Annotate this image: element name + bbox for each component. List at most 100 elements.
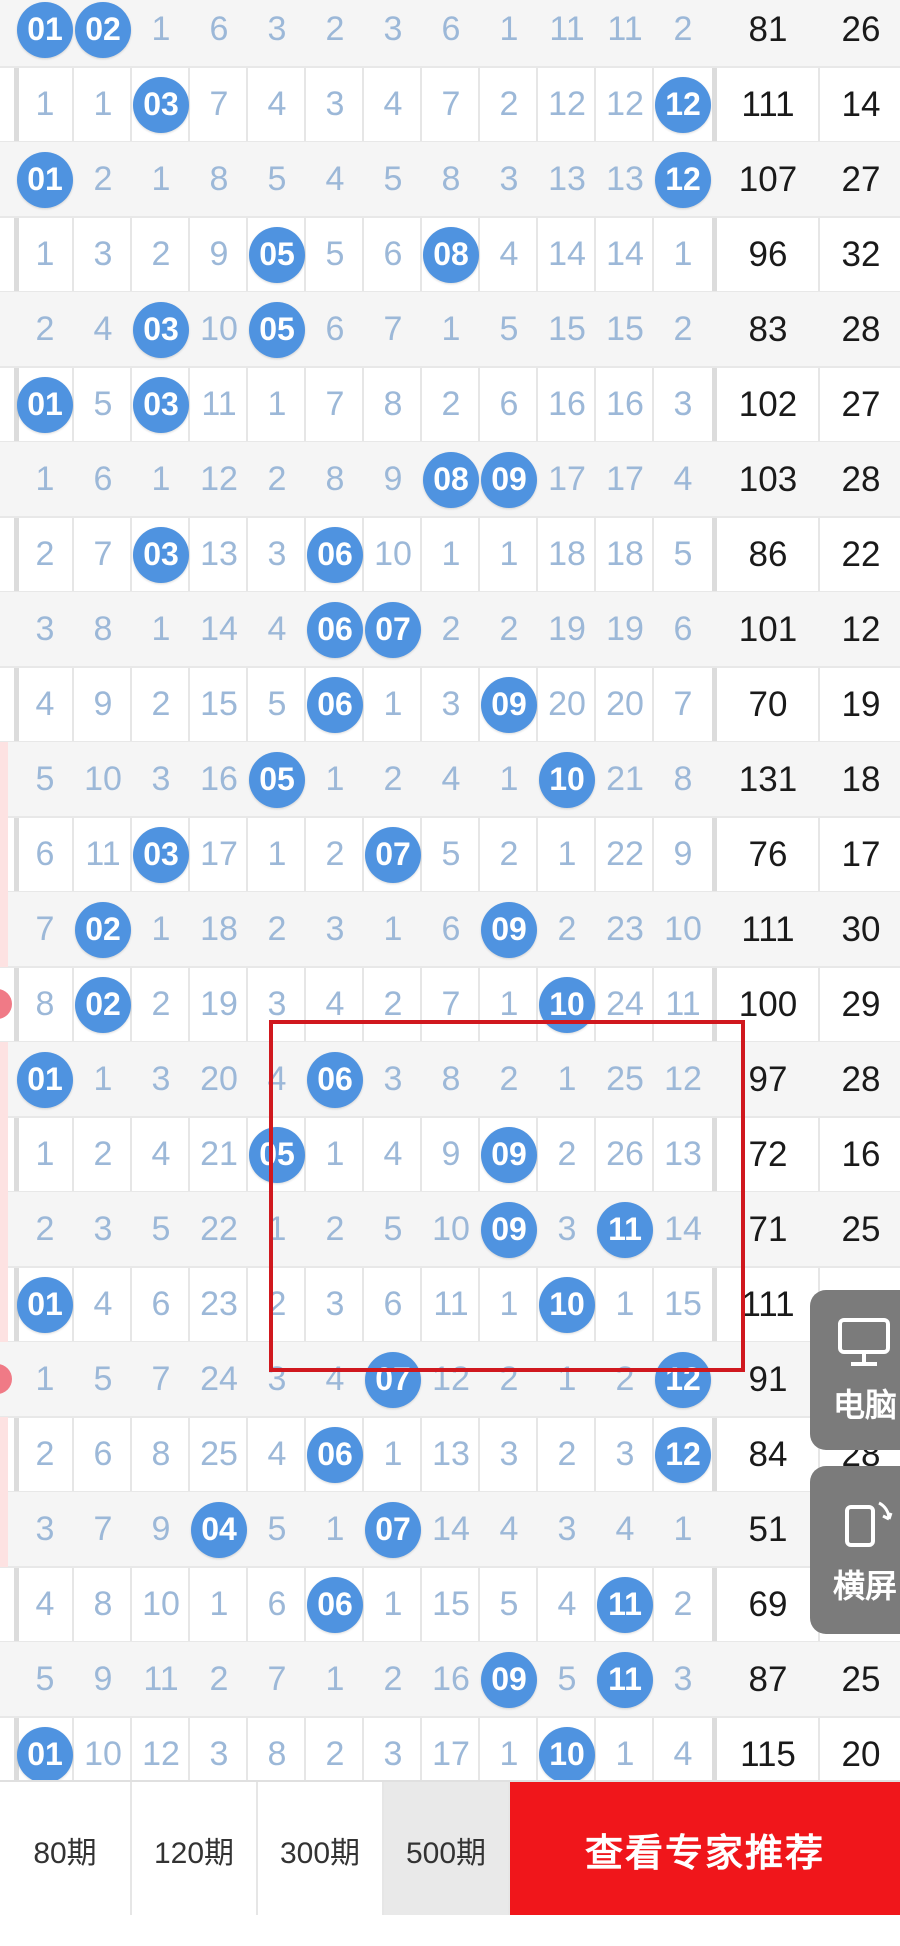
miss-count-cell: 12: [606, 85, 644, 123]
landscape-view-label: 横屏: [832, 1568, 897, 1604]
miss-count-cell: 1: [267, 835, 287, 873]
span-value: 26: [841, 9, 881, 49]
miss-count-cell: 2: [499, 835, 519, 873]
miss-count-cell: 5: [267, 1510, 287, 1548]
miss-count-cell: 7: [673, 685, 693, 723]
miss-count-cell: 3: [35, 610, 55, 648]
miss-count-cell: 4: [35, 1585, 55, 1623]
drawn-number-cell: 08: [422, 217, 480, 292]
number-ball: 09: [481, 901, 537, 958]
miss-count-cell: 25: [200, 1435, 238, 1473]
miss-count-cell: 1: [325, 760, 345, 798]
rotate-screen-icon: [845, 1501, 893, 1547]
miss-count-cell: 5: [267, 685, 287, 723]
miss-count-cell: 2: [35, 1435, 55, 1473]
miss-count-cell: 4: [557, 1585, 577, 1623]
span-value: 25: [841, 1659, 881, 1699]
miss-count-cell: 17: [606, 460, 644, 498]
span-value: 22: [841, 534, 881, 574]
tab-300[interactable]: 300期: [258, 1782, 384, 1917]
drawn-number-cell: 09: [480, 892, 538, 967]
table-row: 7 02 1 18 2 3 1 6 09 2 23 10 111 30: [0, 892, 900, 967]
miss-count-cell: 4: [325, 160, 345, 198]
miss-count-cell: 15: [200, 685, 238, 723]
miss-count-cell: 12: [548, 85, 586, 123]
miss-count-cell: 1: [93, 85, 113, 123]
number-ball: 01: [17, 1276, 73, 1333]
expert-recommendation-button[interactable]: 查看专家推荐: [510, 1782, 900, 1917]
left-edge-marker: [0, 1267, 8, 1342]
drawn-number-cell: 09: [480, 667, 538, 742]
miss-count-cell: 11: [607, 10, 643, 48]
number-ball: 05: [249, 751, 305, 808]
tab-500[interactable]: 500期: [384, 1782, 510, 1917]
miss-count-cell: 7: [209, 85, 229, 123]
miss-count-cell: 1: [35, 1135, 55, 1173]
number-ball: 06: [307, 676, 363, 733]
table-row: 4 9 2 15 5 06 1 3 09 20 20 7 70 19: [0, 667, 900, 742]
sum-value: 101: [738, 609, 798, 649]
desktop-view-button[interactable]: 电脑: [810, 1290, 900, 1450]
miss-count-cell: 15: [432, 1585, 470, 1623]
number-ball: 07: [365, 1501, 421, 1558]
miss-count-cell: 2: [557, 910, 577, 948]
bottom-bar: 80期 120期 300期 500期 查看专家推荐: [0, 1780, 900, 1917]
tab-120[interactable]: 120期: [132, 1782, 258, 1917]
miss-count-cell: 4: [673, 460, 693, 498]
sum-value: 83: [748, 309, 788, 349]
miss-count-cell: 2: [499, 610, 519, 648]
drawn-number-cell: 06: [306, 592, 364, 667]
miss-count-cell: 3: [499, 160, 519, 198]
miss-count-cell: 2: [557, 1435, 577, 1473]
miss-count-cell: 20: [606, 685, 644, 723]
sum-value: 96: [748, 234, 788, 274]
miss-count-cell: 5: [93, 1360, 113, 1398]
drawn-number-cell: 11: [596, 1642, 654, 1717]
drawn-number-cell: 03: [132, 817, 190, 892]
number-ball: 09: [481, 451, 537, 508]
miss-count-cell: 3: [151, 1060, 171, 1098]
drawn-number-cell: 01: [16, 142, 74, 217]
miss-count-cell: 4: [93, 1285, 113, 1323]
span-value: 27: [841, 159, 881, 199]
miss-count-cell: 2: [35, 310, 55, 348]
miss-count-cell: 7: [93, 1510, 113, 1548]
miss-count-cell: 5: [35, 1660, 55, 1698]
miss-count-cell: 9: [673, 835, 693, 873]
miss-count-cell: 6: [441, 910, 461, 948]
drawn-number-cell: 10: [538, 742, 596, 817]
miss-count-cell: 1: [673, 1510, 693, 1548]
miss-count-cell: 1: [151, 460, 171, 498]
span-value: 29: [841, 984, 881, 1024]
table-row: 5 9 11 2 7 1 2 16 09 5 11 3 87 25: [0, 1642, 900, 1717]
drawn-number-cell: 06: [306, 1567, 364, 1642]
miss-count-cell: 1: [151, 910, 171, 948]
miss-count-cell: 20: [200, 1060, 238, 1098]
miss-count-cell: 7: [35, 910, 55, 948]
miss-count-cell: 18: [548, 535, 586, 573]
drawn-number-cell: 11: [596, 1567, 654, 1642]
sum-value: 70: [748, 684, 788, 724]
miss-count-cell: 2: [93, 160, 113, 198]
drawn-number-cell: 09: [480, 1642, 538, 1717]
miss-count-cell: 14: [606, 235, 644, 273]
miss-count-cell: 4: [267, 85, 287, 123]
miss-count-cell: 9: [93, 685, 113, 723]
number-ball: 03: [133, 301, 189, 358]
drawn-number-cell: 06: [306, 517, 364, 592]
miss-count-cell: 1: [499, 10, 519, 48]
span-value: 17: [841, 834, 881, 874]
miss-count-cell: 2: [441, 385, 461, 423]
table-row: 3 8 1 14 4 06 07 2 2 19 19 6 101 12: [0, 592, 900, 667]
miss-count-cell: 1: [209, 1585, 229, 1623]
landscape-view-button[interactable]: 横屏: [810, 1466, 900, 1634]
miss-count-cell: 2: [325, 10, 345, 48]
miss-count-cell: 3: [267, 535, 287, 573]
monitor-icon: [838, 1318, 890, 1366]
sum-value: 102: [738, 384, 798, 424]
drawn-number-cell: 03: [132, 367, 190, 442]
miss-count-cell: 11: [85, 835, 121, 873]
miss-count-cell: 3: [151, 760, 171, 798]
tab-80[interactable]: 80期: [0, 1782, 132, 1917]
miss-count-cell: 2: [267, 460, 287, 498]
